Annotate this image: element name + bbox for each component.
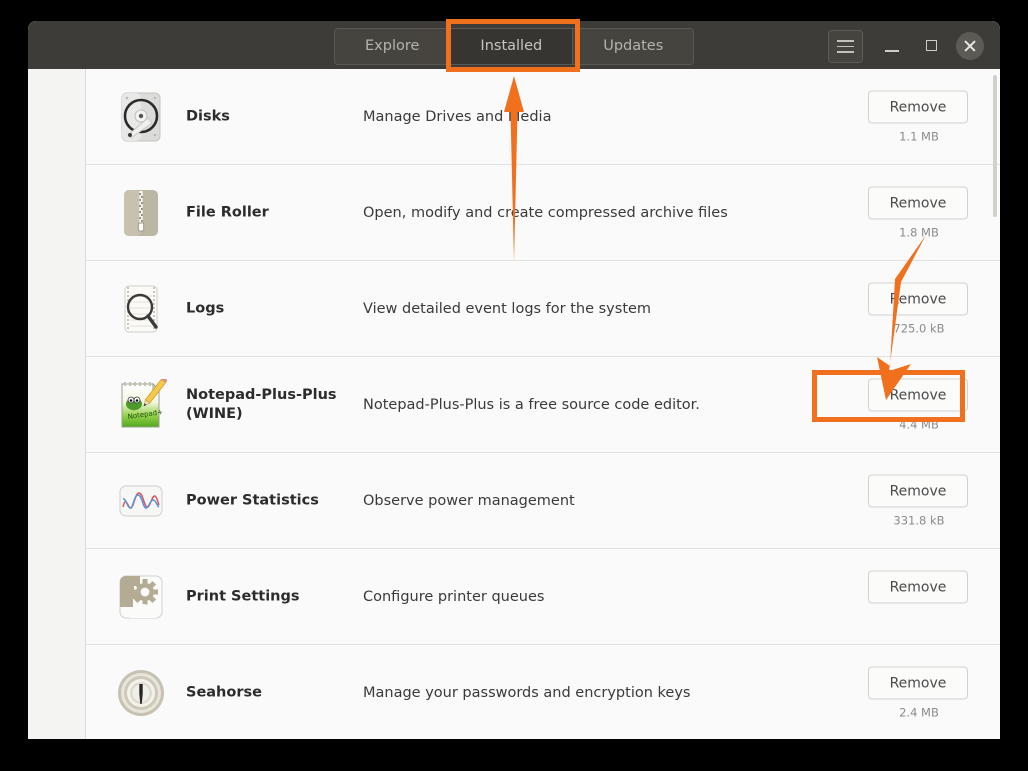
remove-button[interactable]: Remove	[868, 378, 968, 411]
table-row[interactable]: Notepad+ Notepad-Plus-Plus (WINE) Notepa…	[86, 357, 1000, 453]
remove-button[interactable]: Remove	[868, 666, 968, 699]
close-icon[interactable]	[956, 32, 984, 60]
app-name: Print Settings	[186, 587, 300, 604]
app-description: Notepad-Plus-Plus is a free source code …	[363, 396, 700, 413]
app-name: Logs	[186, 299, 225, 316]
app-size: 2.4 MB	[899, 705, 939, 719]
magnifier-document-icon	[115, 283, 167, 335]
table-row[interactable]: Power Statistics Observe power managemen…	[86, 453, 1000, 549]
app-description: Observe power management	[363, 492, 575, 509]
app-action-cell: Remove	[868, 570, 970, 623]
remove-button[interactable]: Remove	[868, 282, 968, 315]
maximize-glyph	[926, 40, 937, 51]
maximize-icon[interactable]	[920, 34, 944, 58]
installed-apps-content: Disks Manage Drives and Media Remove 1.1…	[28, 69, 1000, 739]
app-name: Notepad-Plus-Plus (WINE)	[186, 386, 337, 422]
minimize-icon[interactable]	[880, 34, 904, 58]
app-size: 1.1 MB	[899, 129, 939, 143]
app-size: 331.8 kB	[893, 513, 945, 527]
menu-bar-1	[837, 40, 854, 42]
installed-apps-list: Disks Manage Drives and Media Remove 1.1…	[85, 69, 1000, 739]
app-name: Disks	[186, 107, 230, 124]
notepad-pencil-icon: Notepad+	[115, 376, 168, 431]
software-center-window: Explore Installed Updates Disks Manage D…	[28, 21, 1000, 739]
archive-bag-icon	[115, 187, 167, 239]
table-row[interactable]: File Roller Open, modify and create comp…	[86, 165, 1000, 261]
app-size: 725.0 kB	[893, 321, 945, 335]
menu-bar-2	[837, 45, 854, 48]
app-description: Manage Drives and Media	[363, 108, 552, 125]
app-action-cell: Remove 331.8 kB	[868, 474, 970, 527]
tab-installed[interactable]: Installed	[450, 29, 574, 64]
app-description: Manage your passwords and encryption key…	[363, 684, 691, 701]
table-row[interactable]: Logs View detailed event logs for the sy…	[86, 261, 1000, 357]
hamburger-menu-icon[interactable]	[828, 30, 863, 63]
app-action-cell: Remove 1.1 MB	[868, 90, 970, 143]
app-description: View detailed event logs for the system	[363, 300, 652, 317]
remove-button[interactable]: Remove	[868, 90, 968, 123]
app-name: File Roller	[186, 203, 269, 220]
menu-bar-3	[837, 51, 854, 53]
view-tab-group: Explore Installed Updates	[334, 28, 695, 65]
table-row[interactable]: Seahorse Manage your passwords and encry…	[86, 645, 1000, 739]
app-action-cell: Remove 4.4 MB	[868, 378, 970, 431]
tab-updates[interactable]: Updates	[573, 29, 694, 64]
app-name: Power Statistics	[186, 491, 319, 508]
remove-button[interactable]: Remove	[868, 474, 968, 507]
app-size: 4.4 MB	[899, 417, 939, 431]
app-size	[868, 609, 970, 623]
gears-icon	[115, 571, 167, 623]
remove-button[interactable]: Remove	[868, 570, 968, 603]
window-titlebar: Explore Installed Updates	[28, 21, 1000, 69]
waveform-chart-icon	[115, 475, 167, 527]
hard-disk-icon	[115, 91, 167, 143]
app-description: Configure printer queues	[363, 588, 545, 605]
scrollbar-thumb[interactable]	[993, 75, 997, 217]
table-row[interactable]: Print Settings Configure printer queues …	[86, 549, 1000, 645]
app-action-cell: Remove 1.8 MB	[868, 186, 970, 239]
app-description: Open, modify and create compressed archi…	[363, 204, 728, 221]
app-action-cell: Remove 2.4 MB	[868, 666, 970, 719]
app-size: 1.8 MB	[899, 225, 939, 239]
table-row[interactable]: Disks Manage Drives and Media Remove 1.1…	[86, 69, 1000, 165]
app-name: Seahorse	[186, 683, 262, 700]
tab-explore[interactable]: Explore	[335, 29, 451, 64]
keyring-lock-icon	[115, 667, 167, 719]
minimize-glyph	[885, 50, 899, 52]
remove-button[interactable]: Remove	[868, 186, 968, 219]
app-action-cell: Remove 725.0 kB	[868, 282, 970, 335]
